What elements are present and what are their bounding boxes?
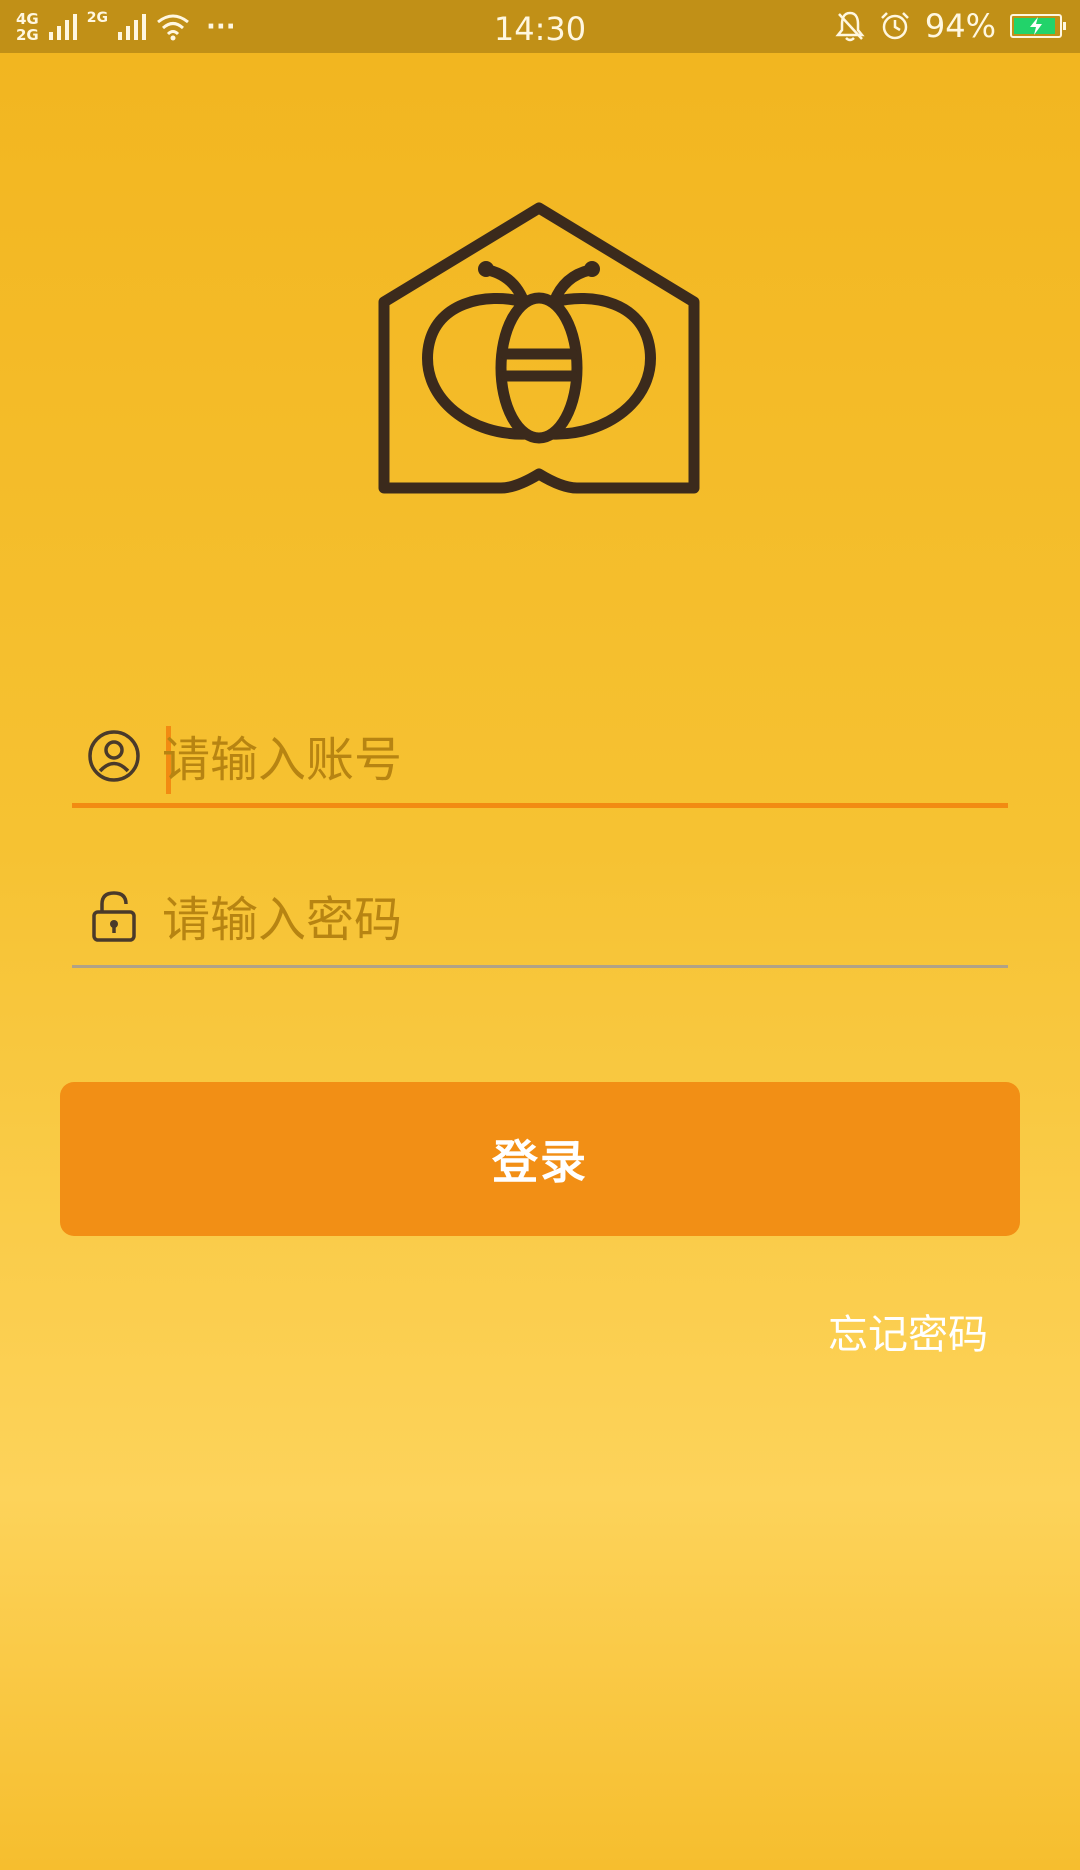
charging-bolt-icon [1030,17,1042,35]
account-input[interactable] [160,716,1002,804]
account-underline [72,803,1008,808]
status-bar: 4G 2G 2G ··· 14:30 94% [0,0,1080,53]
status-right: 94% [835,6,1066,46]
account-field [72,716,1008,808]
forgot-password-link[interactable]: 忘记密码 [828,1302,988,1360]
password-field [72,876,1008,968]
password-underline [72,965,1008,968]
login-button[interactable]: 登录 [60,1082,1020,1236]
battery-percent: 94% [924,7,996,45]
battery-charging-icon [1010,14,1066,38]
lock-icon [92,891,136,942]
mute-bell-icon [835,11,865,42]
password-input[interactable] [160,876,1002,964]
user-icon [88,730,140,782]
alarm-clock-icon [880,12,909,40]
bee-house-logo [378,202,700,494]
